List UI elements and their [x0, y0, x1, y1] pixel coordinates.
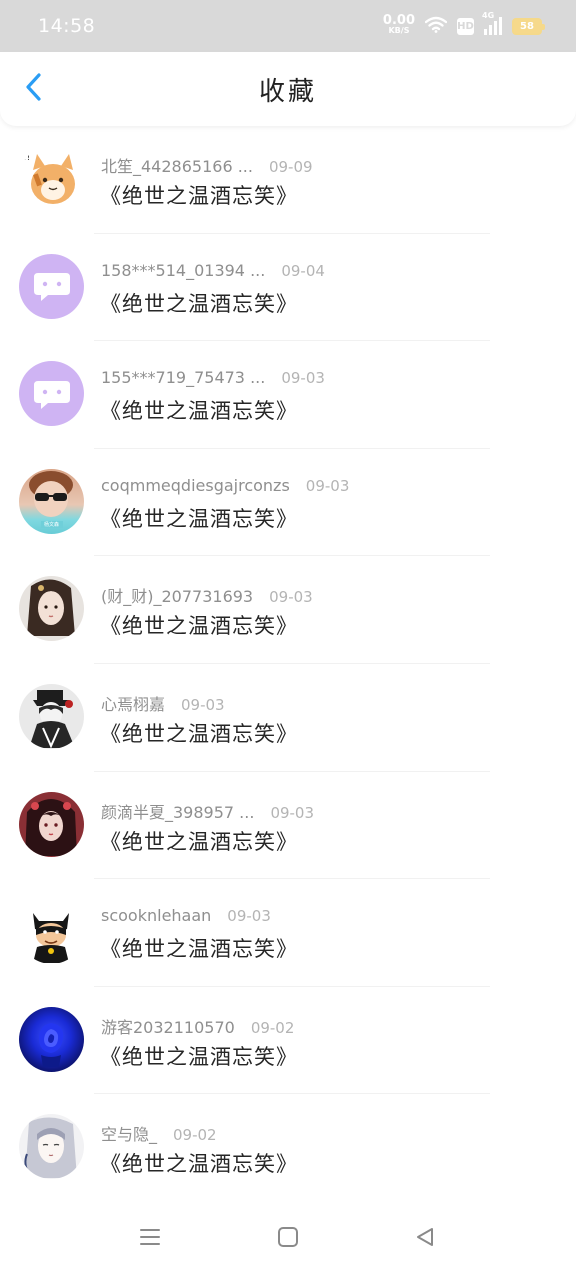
item-date: 09-02 — [250, 1018, 295, 1037]
user-name: 颜滴半夏_398957 ... — [101, 802, 255, 822]
battery-icon: 58 — [512, 17, 545, 35]
network-type: 4G — [482, 11, 495, 20]
list-item[interactable]: 158***514_01394 ... 09-04 《绝世之温酒忘笑》 — [0, 234, 576, 342]
book-title: 《绝世之温酒忘笑》 — [100, 937, 298, 962]
avatar[interactable] — [19, 791, 84, 857]
svg-text:!!: !! — [23, 153, 30, 163]
wifi-icon — [424, 16, 448, 37]
book-title: 《绝世之温酒忘笑》 — [100, 291, 298, 316]
status-bar: 14:58 0.00 KB/S HD 4G 58 — [0, 0, 576, 52]
item-meta: 155***719_75473 ... 09-03 — [101, 368, 325, 387]
status-icons: 0.00 KB/S HD 4G 58 — [382, 11, 545, 37]
avatar[interactable] — [19, 361, 84, 427]
avatar[interactable]: !! — [19, 146, 84, 211]
network-speed-value: 0.00 — [382, 13, 415, 28]
list-item[interactable]: 游客2032110570 09-02 《绝世之温酒忘笑》 — [0, 987, 576, 1095]
menu-icon — [139, 1227, 161, 1251]
item-date: 09-04 — [281, 261, 325, 280]
item-meta: coqmmeqdiesgajrconzs 09-03 — [101, 476, 349, 495]
page-title: 收藏 — [258, 76, 317, 107]
network-speed-unit: KB/S — [388, 26, 410, 35]
list-item[interactable]: 155***719_75473 ... 09-03 《绝世之温酒忘笑》 — [0, 341, 576, 449]
item-meta: scooknlehaan 09-03 — [101, 906, 271, 925]
item-meta: 游客2032110570 09-02 — [101, 1014, 294, 1038]
book-title: 《绝世之温酒忘笑》 — [100, 614, 298, 639]
list-item[interactable]: !! 北笙_442865166 ... 09-09 《绝世之温酒忘笑》 — [0, 126, 576, 234]
avatar[interactable] — [19, 683, 84, 749]
avatar[interactable] — [19, 1006, 84, 1072]
user-name: scooknlehaan — [101, 906, 212, 926]
user-name: 游客2032110570 — [101, 1017, 235, 1037]
battery-level: 58 — [520, 20, 534, 32]
home-button[interactable] — [271, 1222, 305, 1256]
header: 收藏 — [0, 52, 576, 126]
system-nav-bar — [0, 1198, 576, 1280]
item-date: 09-03 — [270, 803, 315, 822]
chevron-left-icon — [24, 72, 44, 106]
avatar[interactable] — [19, 253, 84, 319]
back-nav-button[interactable] — [408, 1222, 442, 1256]
book-title: 《绝世之温酒忘笑》 — [100, 721, 298, 746]
item-date: 09-03 — [227, 907, 271, 926]
item-meta: 颜滴半夏_398957 ... 09-03 — [101, 799, 314, 823]
item-date: 09-03 — [181, 695, 225, 714]
user-name: 心焉栩嘉 — [101, 694, 166, 714]
item-meta: (财_财)_207731693 09-03 — [101, 583, 313, 607]
avatar[interactable]: 杨文森 — [19, 468, 84, 534]
book-title: 《绝世之温酒忘笑》 — [100, 506, 298, 531]
svg-text:杨文森: 杨文森 — [44, 521, 59, 528]
item-meta: 158***514_01394 ... 09-04 — [101, 261, 325, 280]
avatar[interactable] — [19, 899, 84, 965]
menu-button[interactable] — [133, 1222, 167, 1256]
item-meta: 空与隐_ 09-02 — [101, 1121, 217, 1145]
user-name: 155***719_75473 ... — [101, 368, 266, 388]
item-meta: 心焉栩嘉 09-03 — [101, 691, 225, 715]
book-title: 《绝世之温酒忘笑》 — [100, 1152, 298, 1177]
item-date: 09-03 — [281, 369, 325, 388]
user-name: 158***514_01394 ... — [101, 260, 266, 280]
back-button[interactable] — [14, 69, 54, 109]
list-item[interactable]: 颜滴半夏_398957 ... 09-03 《绝世之温酒忘笑》 — [0, 772, 576, 880]
list-item[interactable]: 心焉栩嘉 09-03 《绝世之温酒忘笑》 — [0, 664, 576, 772]
status-time: 14:58 — [38, 15, 96, 37]
item-date: 09-09 — [268, 158, 313, 176]
list-item[interactable]: 空与隐_ 09-02 《绝世之温酒忘笑》 — [0, 1094, 576, 1202]
item-meta: 北笙_442865166 ... 09-09 — [101, 153, 313, 177]
item-date: 09-03 — [269, 588, 313, 607]
user-name: 空与隐_ — [101, 1125, 158, 1145]
book-title: 《绝世之温酒忘笑》 — [100, 829, 298, 854]
list-item[interactable]: scooknlehaan 09-03 《绝世之温酒忘笑》 — [0, 879, 576, 987]
book-title: 《绝世之温酒忘笑》 — [100, 184, 298, 208]
book-title: 《绝世之温酒忘笑》 — [100, 399, 298, 424]
network-speed: 0.00 KB/S — [382, 13, 415, 36]
back-triangle-icon — [414, 1226, 436, 1252]
user-name: (财_财)_207731693 — [101, 587, 254, 607]
cell-signal-icon: 4G — [482, 11, 502, 35]
book-title: 《绝世之温酒忘笑》 — [100, 1044, 298, 1069]
list-item[interactable]: (财_财)_207731693 09-03 《绝世之温酒忘笑》 — [0, 556, 576, 664]
item-date: 09-03 — [305, 476, 350, 495]
list-item[interactable]: 杨文森 coqmmeqdiesgajrconzs 09-03 《绝世之温酒忘笑》 — [0, 449, 576, 557]
home-square-icon — [277, 1226, 299, 1252]
user-name: 北笙_442865166 ... — [101, 157, 253, 176]
favorites-list: !! 北笙_442865166 ... 09-09 《绝世之温酒忘笑》 158*… — [0, 126, 576, 1202]
avatar[interactable] — [19, 576, 84, 642]
user-name: coqmmeqdiesgajrconzs — [101, 475, 290, 495]
item-date: 09-02 — [173, 1126, 217, 1145]
avatar[interactable] — [19, 1114, 84, 1180]
hd-icon: HD — [457, 17, 474, 35]
